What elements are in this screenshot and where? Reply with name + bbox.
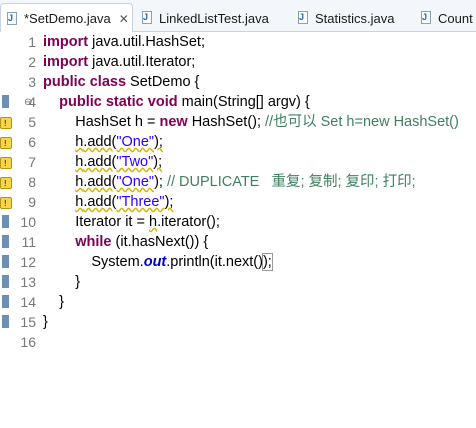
static-field: out: [143, 254, 167, 270]
code-text: );: [154, 134, 163, 150]
code-text: System.: [91, 254, 144, 270]
code-line-7: 7 h.add("Two");: [0, 152, 476, 172]
code-text: (it.hasNext()) {: [111, 234, 209, 250]
code-comment: //也可以 Set h=new HashSet(): [265, 114, 459, 130]
line-number: 7: [28, 154, 36, 170]
code-text: Iterator it =: [75, 214, 149, 230]
code-text: main(String[] argv) {: [177, 94, 310, 110]
keyword: void: [147, 94, 178, 110]
code-line-2: 2 import java.util.Iterator;: [0, 52, 476, 72]
keyword: import: [43, 34, 89, 50]
code-line-9: 9 h.add("Three");: [0, 192, 476, 212]
code-text: );: [153, 154, 163, 170]
code-text: h: [148, 214, 158, 230]
string-literal: "Two": [116, 154, 154, 170]
code-line-3: 3 public class SetDemo {: [0, 72, 476, 92]
line-number: 3: [28, 74, 36, 90]
keyword: static: [105, 94, 144, 110]
java-file-icon: J: [297, 11, 310, 25]
code-line-5: 5 HashSet h = new HashSet(); //也可以 Set h…: [0, 112, 476, 132]
keyword: public: [43, 74, 86, 90]
code-line-6: 6 h.add("One");: [0, 132, 476, 152]
string-literal: "Three": [116, 194, 165, 210]
line-number: 16: [20, 334, 36, 350]
line-number: 12: [20, 254, 36, 270]
code-text: );: [164, 194, 174, 210]
line-number: 8: [28, 174, 36, 190]
code-text: .add(: [83, 194, 117, 210]
tab-label: LinkedListTest.java: [159, 10, 269, 26]
line-number: 4: [28, 94, 36, 110]
code-text: .add(: [83, 174, 117, 190]
code-text: HashSet();: [187, 114, 266, 130]
keyword: class: [89, 74, 127, 90]
code-line-14: 14 }: [0, 292, 476, 312]
code-text: HashSet h =: [75, 114, 160, 130]
code-text: .println(it.next(): [166, 254, 263, 270]
tab-label: Statistics.java: [315, 10, 395, 26]
code-text: SetDemo {: [126, 74, 200, 90]
line-number: 5: [28, 114, 36, 130]
code-comment: // DUPLICATE 重复; 复制; 复印; 打印;: [166, 174, 416, 190]
code-text: );: [154, 174, 167, 190]
code-line-16: 16: [0, 332, 476, 352]
keyword: import: [43, 54, 89, 70]
code-text: .add(: [83, 134, 117, 150]
keyword: public: [59, 94, 102, 110]
line-number: 13: [20, 274, 36, 290]
line-number: 1: [28, 34, 36, 50]
line-number: 2: [28, 54, 36, 70]
code-text: .iterator();: [157, 214, 220, 230]
code-line-8: 8 h.add("One"); // DUPLICATE 重复; 复制; 复印;…: [0, 172, 476, 192]
keyword: while: [75, 234, 112, 250]
string-literal: "One": [116, 174, 155, 190]
code-line-12: 12 System.out.println(it.next());: [0, 252, 476, 272]
code-text: java.util.HashSet;: [88, 34, 205, 50]
tab-setdemo[interactable]: J *SetDemo.java ✕: [0, 3, 133, 33]
line-number: 15: [20, 314, 36, 330]
java-file-icon: J: [141, 11, 154, 25]
tab-label: *SetDemo.java: [24, 11, 111, 26]
tab-label: Count: [438, 10, 473, 26]
tab-count[interactable]: J Count: [415, 4, 476, 32]
line-number: 10: [20, 214, 36, 230]
code-text: }: [43, 314, 48, 330]
line-number: 14: [20, 294, 36, 310]
line-number: 6: [28, 134, 36, 150]
matching-bracket: );: [261, 253, 273, 271]
editor-tab-bar: J *SetDemo.java ✕ J LinkedListTest.java …: [0, 0, 476, 33]
code-line-13: 13 }: [0, 272, 476, 292]
code-line-15: 15 }: [0, 312, 476, 332]
code-line-10: 10 Iterator it = h.iterator();: [0, 212, 476, 232]
code-text: }: [75, 274, 81, 290]
tab-statistics[interactable]: J Statistics.java: [292, 4, 410, 32]
line-number: 11: [21, 234, 36, 250]
code-text: java.util.Iterator;: [88, 54, 196, 70]
code-line-11: 11 while (it.hasNext()) {: [0, 232, 476, 252]
keyword: new: [159, 114, 188, 130]
code-line-4: 4 public static void main(String[] argv)…: [0, 92, 476, 112]
close-icon[interactable]: ✕: [119, 12, 129, 26]
code-text: }: [59, 294, 64, 310]
code-text: .add(: [83, 154, 117, 170]
java-file-icon: J: [420, 11, 433, 25]
string-literal: "One": [116, 134, 155, 150]
text-caret: [271, 253, 273, 269]
java-file-icon: J: [6, 11, 19, 26]
code-editor[interactable]: ! ! ! ! ! ⊖ 1 import java.util.HashSet; …: [0, 32, 476, 428]
code-line-1: 1 import java.util.HashSet;: [0, 32, 476, 52]
tab-linkedlisttest[interactable]: J LinkedListTest.java: [136, 4, 286, 32]
line-number: 9: [28, 194, 36, 210]
